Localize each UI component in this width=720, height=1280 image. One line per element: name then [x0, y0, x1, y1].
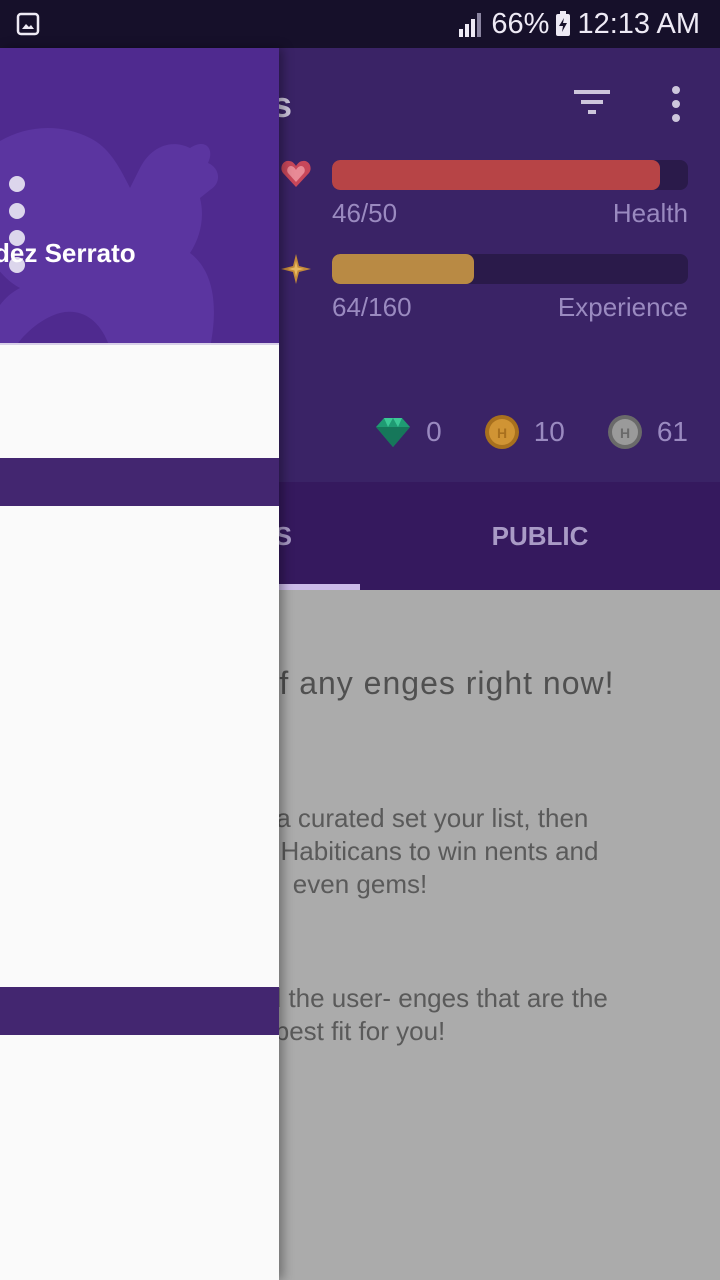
gold-count: 10: [533, 416, 565, 447]
gem-icon: [376, 418, 411, 447]
gallery-notification-icon: [16, 12, 40, 36]
tab-public[interactable]: PUBLIC: [360, 482, 720, 590]
status-bar: 66% 12:13 AM: [0, 0, 720, 48]
griffin-logo-icon: [0, 128, 218, 343]
gems-counter: 0: [374, 416, 442, 448]
health-bar: [332, 160, 688, 190]
battery-percent: 66%: [491, 7, 550, 40]
experience-label: Experience: [557, 292, 688, 322]
silver-count: 61: [656, 416, 688, 447]
health-label: Health: [612, 198, 688, 228]
drawer-section-header: [0, 458, 279, 506]
clock: 12:13 AM: [577, 7, 700, 40]
battery-charging-icon: [556, 11, 571, 36]
silver-coin-icon: H: [607, 415, 642, 449]
more-options-icon[interactable]: [662, 84, 690, 124]
gold-coin-icon: H: [484, 415, 519, 449]
svg-text:H: H: [497, 425, 507, 441]
navigation-drawer: dez Serrato: [0, 48, 279, 1280]
drawer-section-header: [0, 987, 279, 1035]
star-icon: [281, 254, 311, 284]
signal-icon: [459, 13, 482, 37]
experience-bar-fill: [332, 254, 475, 284]
drawer-header: dez Serrato: [0, 48, 279, 345]
heart-icon: [281, 160, 311, 187]
gold-counter: H 10: [484, 414, 565, 450]
svg-text:H: H: [620, 425, 630, 441]
experience-value: 64/160: [332, 292, 412, 322]
health-value: 46/50: [332, 198, 398, 228]
silver-counter: H 61: [607, 414, 688, 450]
gems-count: 0: [426, 416, 442, 447]
user-name[interactable]: dez Serrato: [0, 238, 136, 269]
experience-bar: [332, 254, 688, 284]
filter-icon[interactable]: [572, 86, 612, 118]
health-bar-fill: [332, 160, 660, 190]
currency-row: 0 H 10 H 61: [346, 414, 688, 450]
